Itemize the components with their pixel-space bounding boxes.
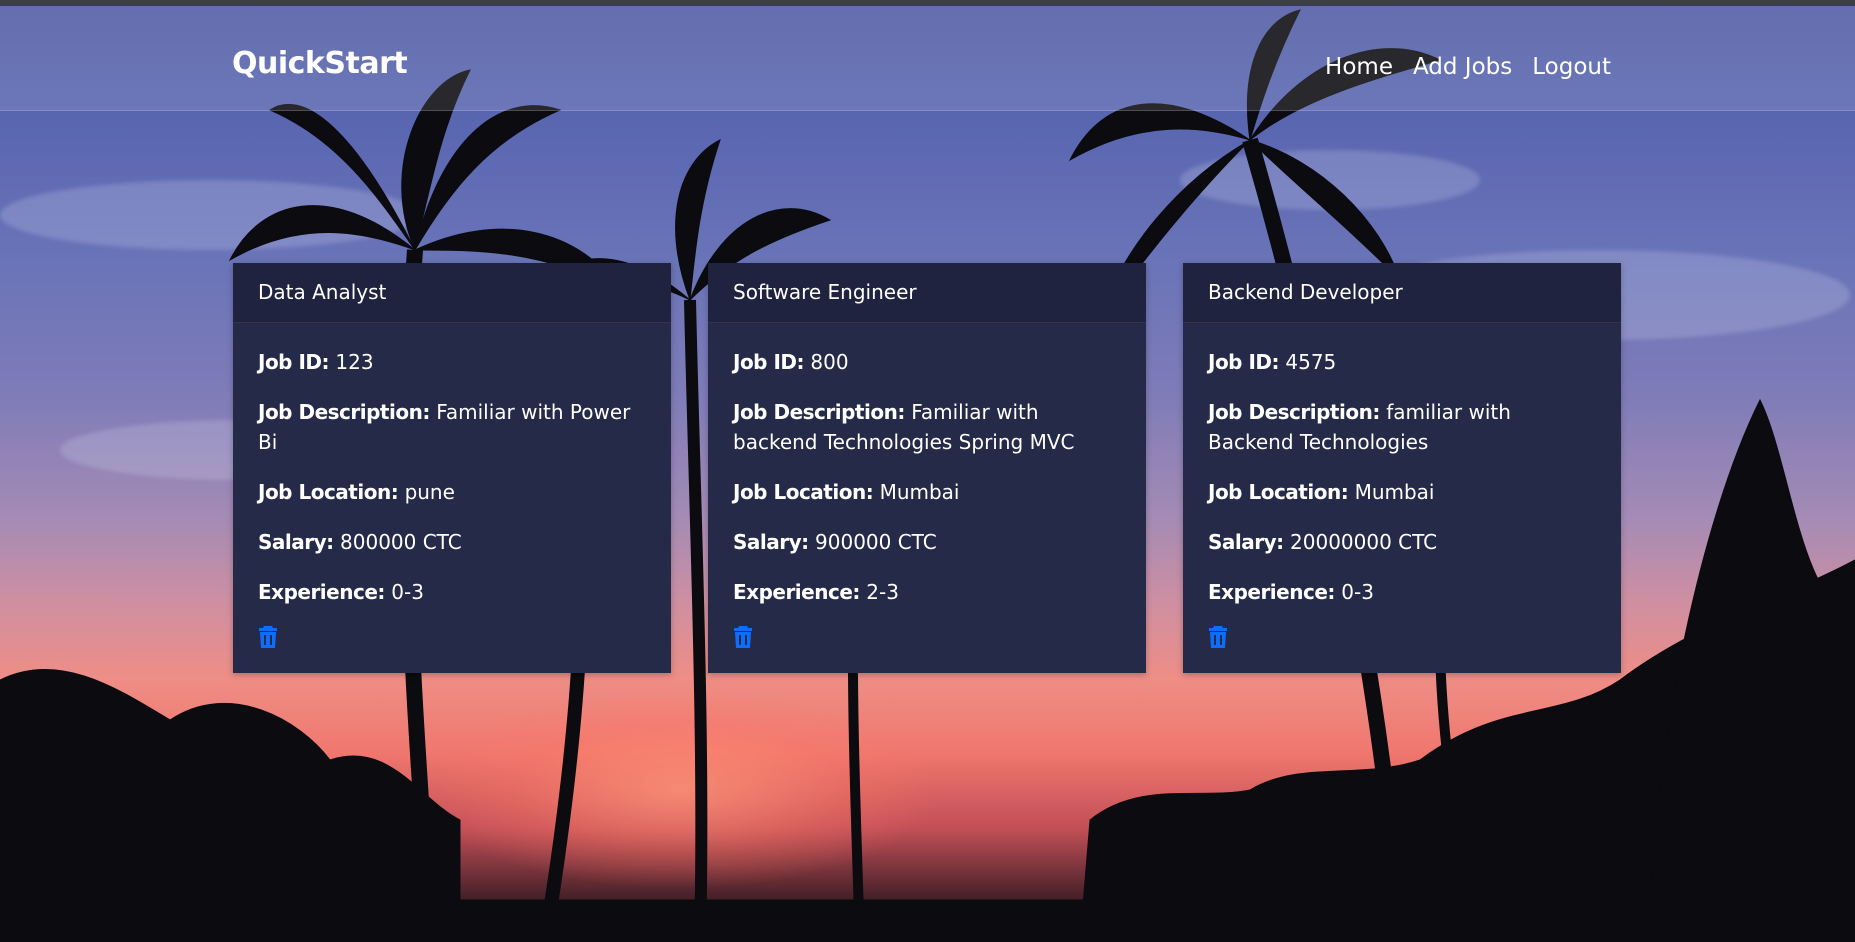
- job-location-label: Job Location:: [258, 480, 399, 504]
- navbar: QuickStart Home Add Jobs Logout: [0, 6, 1855, 111]
- job-location-value: Mumbai: [879, 480, 960, 504]
- job-location-value: Mumbai: [1354, 480, 1435, 504]
- salary-row: Salary: 900000 CTC: [733, 527, 1121, 557]
- job-title: Data Analyst: [233, 263, 671, 323]
- job-location-label: Job Location:: [1208, 480, 1349, 504]
- job-card: Software Engineer Job ID: 800 Job Descri…: [708, 263, 1146, 673]
- job-id-row: Job ID: 4575: [1208, 347, 1596, 377]
- job-id-label: Job ID:: [258, 350, 330, 374]
- job-card-body: Job ID: 4575 Job Description: familiar w…: [1183, 323, 1621, 673]
- page: QuickStart Home Add Jobs Logout Data Ana…: [0, 0, 1855, 942]
- trash-icon[interactable]: [733, 625, 753, 649]
- salary-row: Salary: 800000 CTC: [258, 527, 646, 557]
- job-title: Backend Developer: [1183, 263, 1621, 323]
- job-id-row: Job ID: 800: [733, 347, 1121, 377]
- job-card-list: Data Analyst Job ID: 123 Job Description…: [233, 263, 1621, 673]
- nav-link-add-jobs[interactable]: Add Jobs: [1413, 54, 1512, 80]
- salary-label: Salary:: [1208, 530, 1284, 554]
- trash-icon[interactable]: [258, 625, 278, 649]
- job-id-label: Job ID:: [733, 350, 805, 374]
- salary-label: Salary:: [733, 530, 809, 554]
- job-location-row: Job Location: pune: [258, 477, 646, 507]
- job-description-row: Job Description: familiar with Backend T…: [1208, 397, 1596, 457]
- salary-label: Salary:: [258, 530, 334, 554]
- job-description-label: Job Description:: [733, 400, 905, 424]
- job-description-row: Job Description: Familiar with backend T…: [733, 397, 1121, 457]
- job-id-value: 123: [335, 350, 374, 374]
- experience-row: Experience: 0-3: [1208, 577, 1596, 607]
- salary-row: Salary: 20000000 CTC: [1208, 527, 1596, 557]
- job-id-row: Job ID: 123: [258, 347, 646, 377]
- job-description-row: Job Description: Familiar with Power Bi: [258, 397, 646, 457]
- experience-value: 0-3: [391, 580, 424, 604]
- job-card-body: Job ID: 800 Job Description: Familiar wi…: [708, 323, 1146, 673]
- experience-row: Experience: 2-3: [733, 577, 1121, 607]
- job-card: Data Analyst Job ID: 123 Job Description…: [233, 263, 671, 673]
- experience-label: Experience:: [733, 580, 860, 604]
- job-card-body: Job ID: 123 Job Description: Familiar wi…: [233, 323, 671, 673]
- experience-value: 2-3: [866, 580, 899, 604]
- job-title: Software Engineer: [708, 263, 1146, 323]
- experience-value: 0-3: [1341, 580, 1374, 604]
- job-location-row: Job Location: Mumbai: [1208, 477, 1596, 507]
- job-description-label: Job Description:: [258, 400, 430, 424]
- job-id-value: 800: [810, 350, 849, 374]
- nav-link-home[interactable]: Home: [1325, 54, 1393, 80]
- job-location-row: Job Location: Mumbai: [733, 477, 1121, 507]
- job-description-label: Job Description:: [1208, 400, 1380, 424]
- brand-logo[interactable]: QuickStart: [232, 46, 408, 81]
- job-location-label: Job Location:: [733, 480, 874, 504]
- salary-value: 900000 CTC: [815, 530, 937, 554]
- job-id-label: Job ID:: [1208, 350, 1280, 374]
- nav-links: Home Add Jobs Logout: [1325, 54, 1611, 80]
- salary-value: 800000 CTC: [340, 530, 462, 554]
- job-id-value: 4575: [1285, 350, 1337, 374]
- trash-icon[interactable]: [1208, 625, 1228, 649]
- nav-link-logout[interactable]: Logout: [1532, 54, 1611, 80]
- experience-label: Experience:: [258, 580, 385, 604]
- salary-value: 20000000 CTC: [1290, 530, 1438, 554]
- job-location-value: pune: [404, 480, 455, 504]
- experience-label: Experience:: [1208, 580, 1335, 604]
- job-card: Backend Developer Job ID: 4575 Job Descr…: [1183, 263, 1621, 673]
- experience-row: Experience: 0-3: [258, 577, 646, 607]
